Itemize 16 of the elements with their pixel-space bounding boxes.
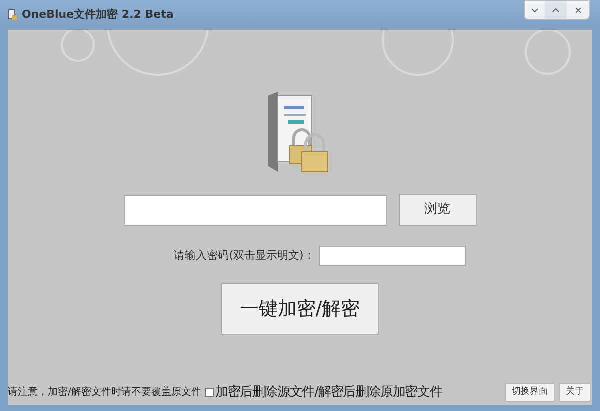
footer-button[interactable]: 切换界面	[505, 382, 555, 402]
password-field[interactable]	[318, 246, 466, 266]
app-icon	[8, 9, 18, 22]
maximize-button[interactable]	[545, 1, 567, 19]
password-label: 请输入密码(双击显示明文)：	[174, 248, 315, 264]
maximize-icon	[552, 8, 560, 12]
close-icon	[574, 6, 582, 14]
window-title: OneBlue文件加密 2.2 Beta	[22, 7, 174, 23]
delete-option-label: 加密后删除源文件/解密后删除原加密文件	[215, 384, 442, 402]
footer-button[interactable]: 关于	[559, 382, 591, 402]
browse-button[interactable]: 浏览	[398, 194, 476, 226]
delete-option-checkbox[interactable]	[205, 388, 214, 397]
encrypt-decrypt-button[interactable]: 一键加密/解密	[221, 283, 379, 335]
minimize-icon	[531, 8, 539, 12]
file-path-field[interactable]	[124, 194, 386, 226]
notice-text: 请注意，加密/解密文件时请不要覆盖原文件	[8, 386, 202, 400]
